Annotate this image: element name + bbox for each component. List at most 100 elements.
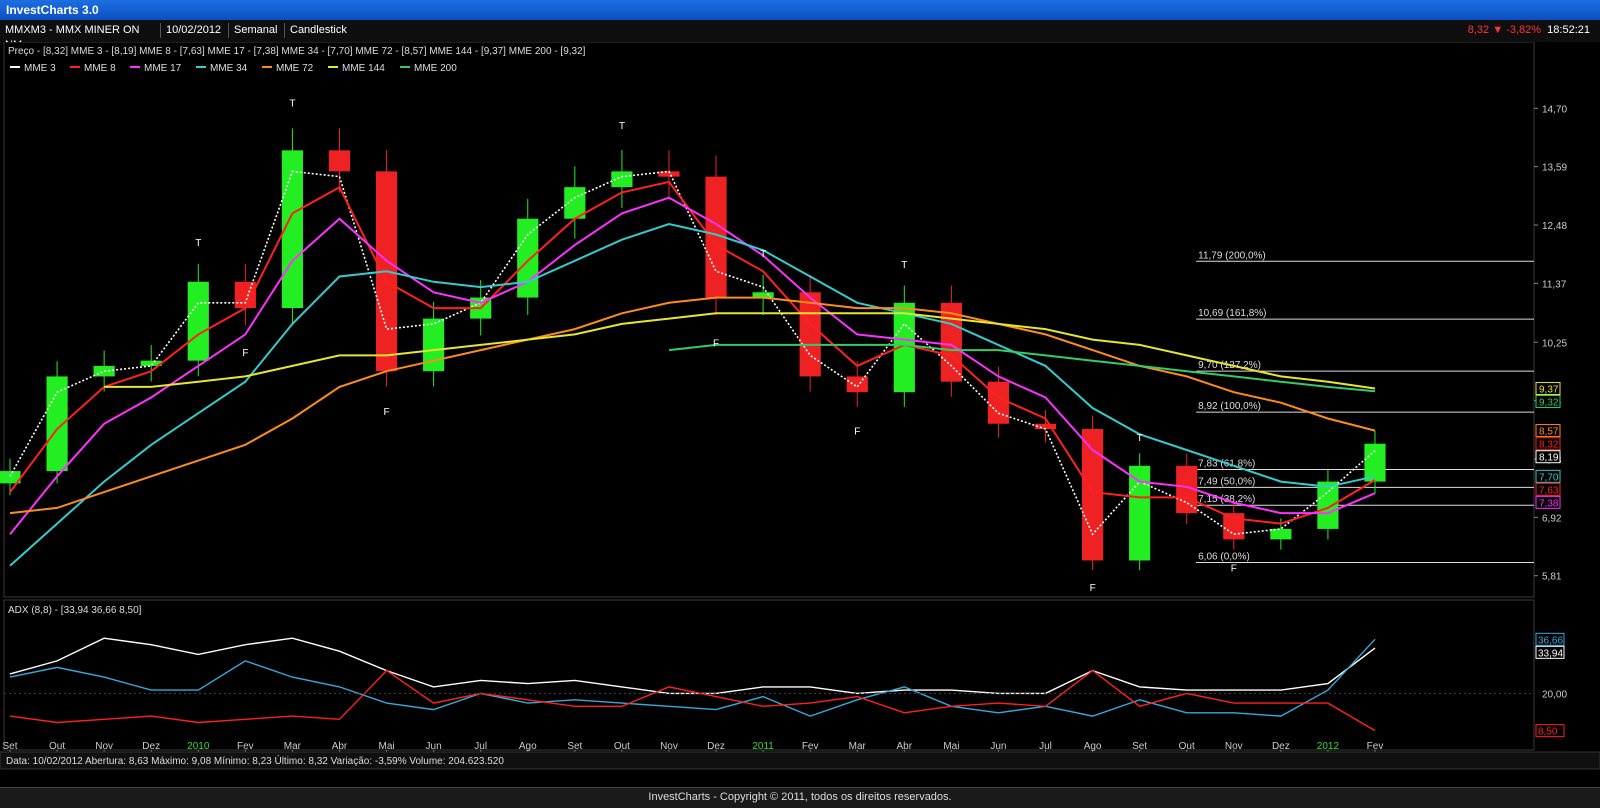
legend-label: MME 144 (342, 63, 385, 74)
adx-value-badge-text: 36,66 (1538, 635, 1563, 646)
period-selector[interactable]: Semanal (229, 23, 285, 38)
x-tick-label: Out (49, 741, 65, 752)
x-tick-label: Abr (897, 741, 913, 752)
x-tick-label: 2012 (1317, 741, 1340, 752)
x-tick-label: Nov (95, 741, 113, 752)
bottom-marker: F (1090, 583, 1096, 594)
app-title: InvestCharts 3.0 (6, 3, 99, 17)
x-tick-label: Set (567, 741, 582, 752)
x-tick-label: Jul (1039, 741, 1052, 752)
chart-area[interactable]: Preço - [8,32] MME 3 - [8,19] MME 8 - [7… (0, 42, 1600, 787)
clock: 18:52:21 (1547, 24, 1590, 36)
x-tick-label: Dez (142, 741, 160, 752)
bottom-marker: F (384, 407, 390, 418)
footer: InvestCharts - Copyright © 2011, todos o… (0, 787, 1600, 808)
adx-value-badge-text: 33,94 (1538, 648, 1563, 659)
top-marker: T (901, 260, 907, 271)
x-tick-label: Out (614, 741, 630, 752)
adx-panel-header: ADX (8,8) - [33,94 36,66 8,50] (8, 605, 142, 616)
legend-label: MME 3 (24, 63, 56, 74)
toolbar: MMXM3 - MMX MINER ON NM 10/02/2012 Seman… (0, 20, 1600, 51)
top-marker: T (1137, 433, 1143, 444)
candle-body (46, 376, 68, 472)
candle-body (1270, 528, 1292, 540)
x-tick-label: Fev (1367, 741, 1384, 752)
value-badge-text: 7,38 (1539, 498, 1559, 509)
status-bar: Data: 10/02/2012 Abertura: 8,63 Máximo: … (6, 754, 504, 767)
value-badge-text: 8,32 (1539, 440, 1559, 451)
candle-body (1317, 481, 1339, 529)
candle-body (187, 281, 209, 361)
candle-body (1364, 443, 1386, 482)
fibo-label: 11,79 (200,0%) (1198, 250, 1266, 261)
x-tick-label: Out (1179, 741, 1195, 752)
x-tick-label: Nov (660, 741, 678, 752)
price-readout: 8,32 ▼ -3,82% 18:52:21 (1468, 24, 1590, 36)
value-badge-text: 9,32 (1539, 398, 1559, 409)
x-tick-label: Set (2, 741, 17, 752)
legend-label: MME 200 (414, 63, 457, 74)
down-arrow-icon: ▼ (1492, 24, 1504, 36)
value-badge-text: 7,70 (1539, 472, 1559, 483)
chart-style-selector[interactable]: Candlestick (285, 23, 355, 38)
candle-body (328, 150, 351, 172)
x-tick-label: 2010 (187, 741, 210, 752)
legend-label: MME 17 (144, 63, 182, 74)
bottom-marker: F (854, 426, 860, 437)
fibo-label: 10,69 (161,8%) (1198, 308, 1266, 319)
candle-body (987, 381, 1010, 424)
fibo-label: 7,49 (50,0%) (1198, 476, 1255, 487)
symbol-selector[interactable]: MMXM3 - MMX MINER ON NM (0, 23, 161, 51)
value-badge-text: 7,63 (1539, 485, 1559, 496)
price-change: -3,82% (1506, 24, 1542, 36)
x-tick-label: Ago (519, 741, 537, 752)
bottom-marker: F (1231, 563, 1237, 574)
y-tick-label: 12,48 (1542, 221, 1567, 232)
value-badge-text: 9,37 (1539, 385, 1559, 396)
main-panel-header: Preço - [8,32] MME 3 - [8,19] MME 8 - [7… (8, 46, 586, 57)
date-field[interactable]: 10/02/2012 (161, 23, 229, 38)
x-tick-label: 2011 (752, 741, 774, 752)
legend-label: MME 34 (210, 63, 248, 74)
x-tick-label: Fev (802, 741, 819, 752)
x-tick-label: Dez (1272, 741, 1290, 752)
top-marker: T (619, 121, 625, 132)
x-tick-label: Mai (378, 741, 394, 752)
x-tick-label: Fev (237, 741, 254, 752)
bottom-marker: F (713, 338, 719, 349)
value-badge-text: 8,57 (1539, 427, 1559, 438)
candle-body (1223, 513, 1245, 540)
candle-body (93, 365, 115, 377)
x-tick-label: Ago (1084, 741, 1102, 752)
x-tick-label: Set (1132, 741, 1147, 752)
y-tick-label: 13,59 (1542, 163, 1567, 174)
x-tick-label: Dez (707, 741, 725, 752)
legend-label: MME 72 (276, 63, 314, 74)
y-tick-label: 14,70 (1542, 104, 1567, 115)
candle-body (799, 292, 821, 377)
fibo-label: 8,92 (100,0%) (1198, 401, 1261, 412)
last-price: 8,32 (1467, 24, 1490, 36)
adx-tick-label: 20,00 (1542, 689, 1567, 700)
x-tick-label: Mai (943, 741, 959, 752)
x-tick-label: Jun (426, 741, 442, 752)
title-bar: InvestCharts 3.0 (0, 0, 1600, 20)
y-tick-label: 5,81 (1542, 572, 1562, 583)
x-tick-label: Abr (332, 741, 348, 752)
value-badges: 9,37 9,32 8,57 8,32 8,19 7,70 7,63 7,38 (1535, 382, 1561, 509)
adx-value-badge-text: 8,50 (1538, 727, 1558, 738)
x-tick-label: Jul (474, 741, 487, 752)
fibo-label: 6,06 (0,0%) (1198, 552, 1250, 563)
bottom-marker: F (242, 348, 248, 359)
top-marker: T (195, 238, 201, 249)
candle-body (846, 376, 868, 393)
y-tick-label: 11,37 (1542, 279, 1567, 290)
top-marker: T (760, 249, 766, 260)
y-tick-label: 10,25 (1542, 338, 1567, 349)
top-marker: T (289, 99, 295, 110)
legend-label: MME 8 (84, 63, 116, 74)
x-tick-label: Mar (849, 741, 867, 752)
x-tick-label: Jun (990, 741, 1006, 752)
value-badge-text: 8,19 (1539, 453, 1559, 464)
y-tick-label: 6,92 (1542, 513, 1562, 524)
